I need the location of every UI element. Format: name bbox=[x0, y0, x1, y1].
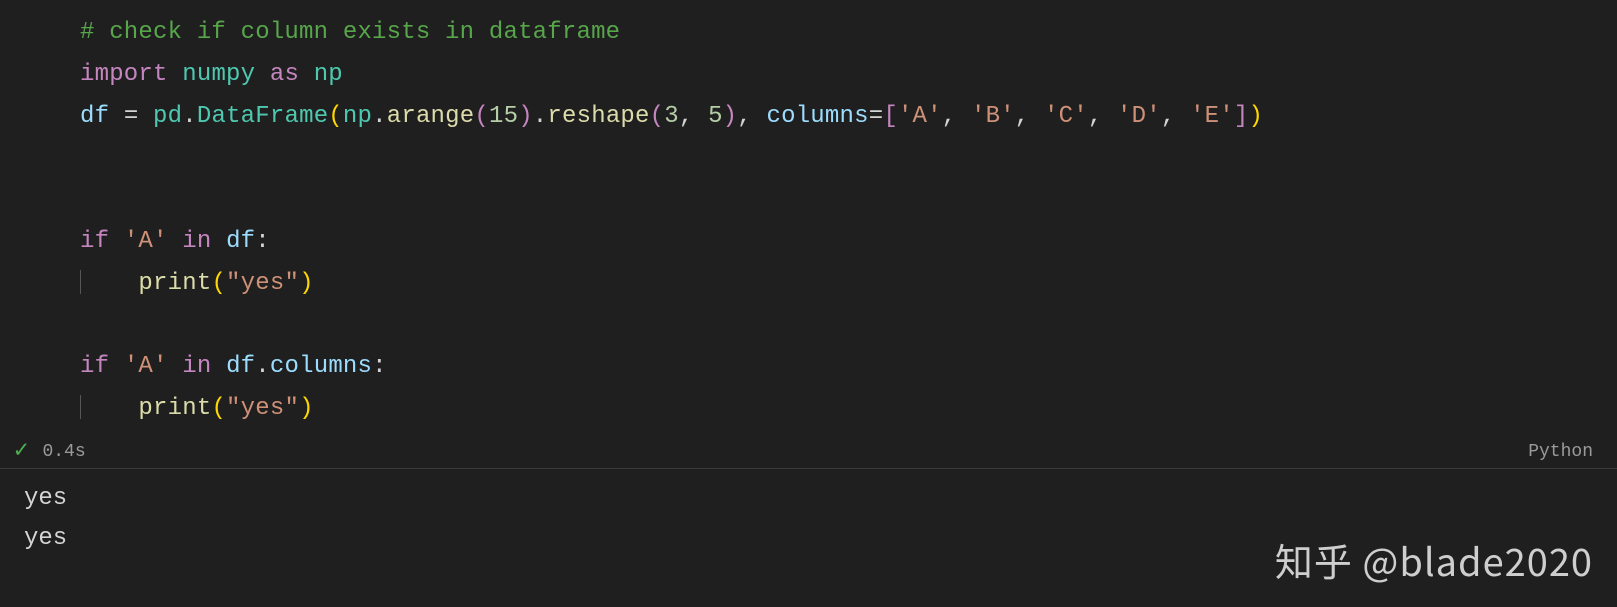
code-comment: # check if column exists in dataframe bbox=[80, 19, 620, 46]
kwarg-columns: columns bbox=[767, 103, 869, 130]
notebook-cell: # check if column exists in dataframe im… bbox=[0, 0, 1617, 560]
paren-open: ( bbox=[328, 103, 343, 130]
cell-status-bar: ✓ 0.4s Python bbox=[0, 438, 1617, 469]
colon: : bbox=[372, 353, 387, 380]
paren-close: ) bbox=[299, 395, 314, 422]
attr-columns: columns bbox=[270, 353, 372, 380]
comma: , bbox=[1088, 103, 1103, 130]
paren-close-2: ) bbox=[518, 103, 533, 130]
bracket-close: ] bbox=[1234, 103, 1249, 130]
op-eq2: = bbox=[869, 103, 884, 130]
kw-if: if bbox=[80, 353, 109, 380]
fn-print: print bbox=[138, 395, 211, 422]
kw-in: in bbox=[182, 228, 211, 255]
comma: , bbox=[1015, 103, 1030, 130]
mod-pd: pd bbox=[153, 103, 182, 130]
num-15: 15 bbox=[489, 103, 518, 130]
str-yes: "yes" bbox=[226, 395, 299, 422]
num-5: 5 bbox=[708, 103, 723, 130]
str-d: 'D' bbox=[1117, 103, 1161, 130]
exec-time: 0.4s bbox=[42, 442, 85, 462]
str-e: 'E' bbox=[1190, 103, 1234, 130]
check-icon: ✓ bbox=[14, 440, 28, 464]
mod-numpy: numpy bbox=[182, 61, 255, 88]
colon: : bbox=[255, 228, 270, 255]
code-editor[interactable]: # check if column exists in dataframe im… bbox=[0, 0, 1617, 438]
fn-print: print bbox=[138, 270, 211, 297]
str-a: 'A' bbox=[898, 103, 942, 130]
type-dataframe: DataFrame bbox=[197, 103, 328, 130]
var-df3: df bbox=[226, 353, 255, 380]
paren-close-2b: ) bbox=[723, 103, 738, 130]
fn-reshape: reshape bbox=[547, 103, 649, 130]
comma: , bbox=[679, 103, 694, 130]
output-line: yes bbox=[24, 525, 67, 552]
comma: , bbox=[737, 103, 752, 130]
kw-in: in bbox=[182, 353, 211, 380]
cell-output: yes yes bbox=[0, 469, 1617, 561]
var-df2: df bbox=[226, 228, 255, 255]
str-b: 'B' bbox=[971, 103, 1015, 130]
kw-as: as bbox=[270, 61, 299, 88]
paren-open: ( bbox=[211, 270, 226, 297]
var-df: df bbox=[80, 103, 109, 130]
str-a3: 'A' bbox=[124, 353, 168, 380]
fn-arange: arange bbox=[387, 103, 475, 130]
paren-open-2: ( bbox=[474, 103, 489, 130]
status-left: ✓ 0.4s bbox=[14, 440, 86, 464]
output-line: yes bbox=[24, 485, 67, 512]
str-yes: "yes" bbox=[226, 270, 299, 297]
num-3: 3 bbox=[664, 103, 679, 130]
op-eq: = bbox=[124, 103, 139, 130]
paren-open: ( bbox=[211, 395, 226, 422]
bracket-open: [ bbox=[883, 103, 898, 130]
str-a2: 'A' bbox=[124, 228, 168, 255]
dot: . bbox=[255, 353, 270, 380]
dot: . bbox=[372, 103, 387, 130]
kw-if: if bbox=[80, 228, 109, 255]
paren-close: ) bbox=[299, 270, 314, 297]
paren-open-2b: ( bbox=[650, 103, 665, 130]
paren-close: ) bbox=[1248, 103, 1263, 130]
kernel-language[interactable]: Python bbox=[1528, 442, 1593, 462]
comma: , bbox=[942, 103, 957, 130]
str-c: 'C' bbox=[1044, 103, 1088, 130]
comma: , bbox=[1161, 103, 1176, 130]
dot: . bbox=[182, 103, 197, 130]
kw-import: import bbox=[80, 61, 168, 88]
ref-np: np bbox=[343, 103, 372, 130]
alias-np: np bbox=[314, 61, 343, 88]
dot: . bbox=[533, 103, 548, 130]
